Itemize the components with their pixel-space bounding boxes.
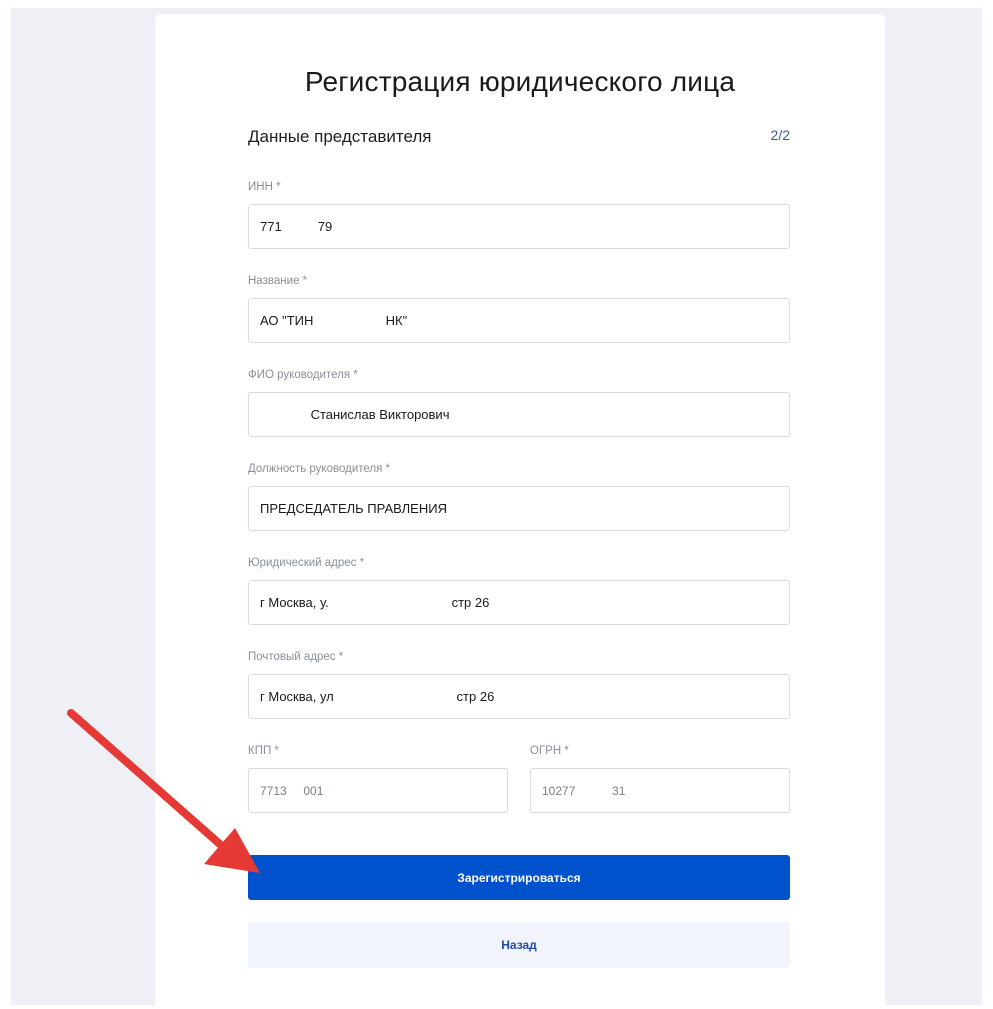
legal-address-input[interactable]	[248, 580, 790, 625]
back-button[interactable]: Назад	[248, 922, 790, 968]
inn-label: ИНН *	[248, 181, 281, 193]
section-title: Данные представителя	[248, 127, 432, 146]
ceo-fio-label: ФИО руководителя *	[248, 369, 358, 381]
ogrn-input[interactable]	[530, 768, 790, 813]
kpp-label: КПП *	[248, 745, 279, 757]
ceo-position-input[interactable]	[248, 486, 790, 531]
kpp-input[interactable]	[248, 768, 508, 813]
register-button[interactable]: Зарегистрироваться	[248, 855, 790, 900]
name-input[interactable]	[248, 298, 790, 343]
legal-address-label: Юридический адрес *	[248, 557, 365, 569]
ogrn-label: ОГРН *	[530, 745, 569, 757]
ceo-fio-input[interactable]	[248, 392, 790, 437]
name-label: Название *	[248, 275, 308, 287]
postal-address-label: Почтовый адрес *	[248, 651, 344, 663]
step-indicator: 2/2	[770, 127, 790, 143]
page-title: Регистрация юридического лица	[304, 66, 736, 97]
inn-input[interactable]	[248, 204, 790, 249]
ceo-position-label: Должность руководителя *	[248, 463, 391, 475]
registration-form-card: Регистрация юридического лица Данные пре…	[155, 14, 885, 1009]
postal-address-input[interactable]	[248, 674, 790, 719]
